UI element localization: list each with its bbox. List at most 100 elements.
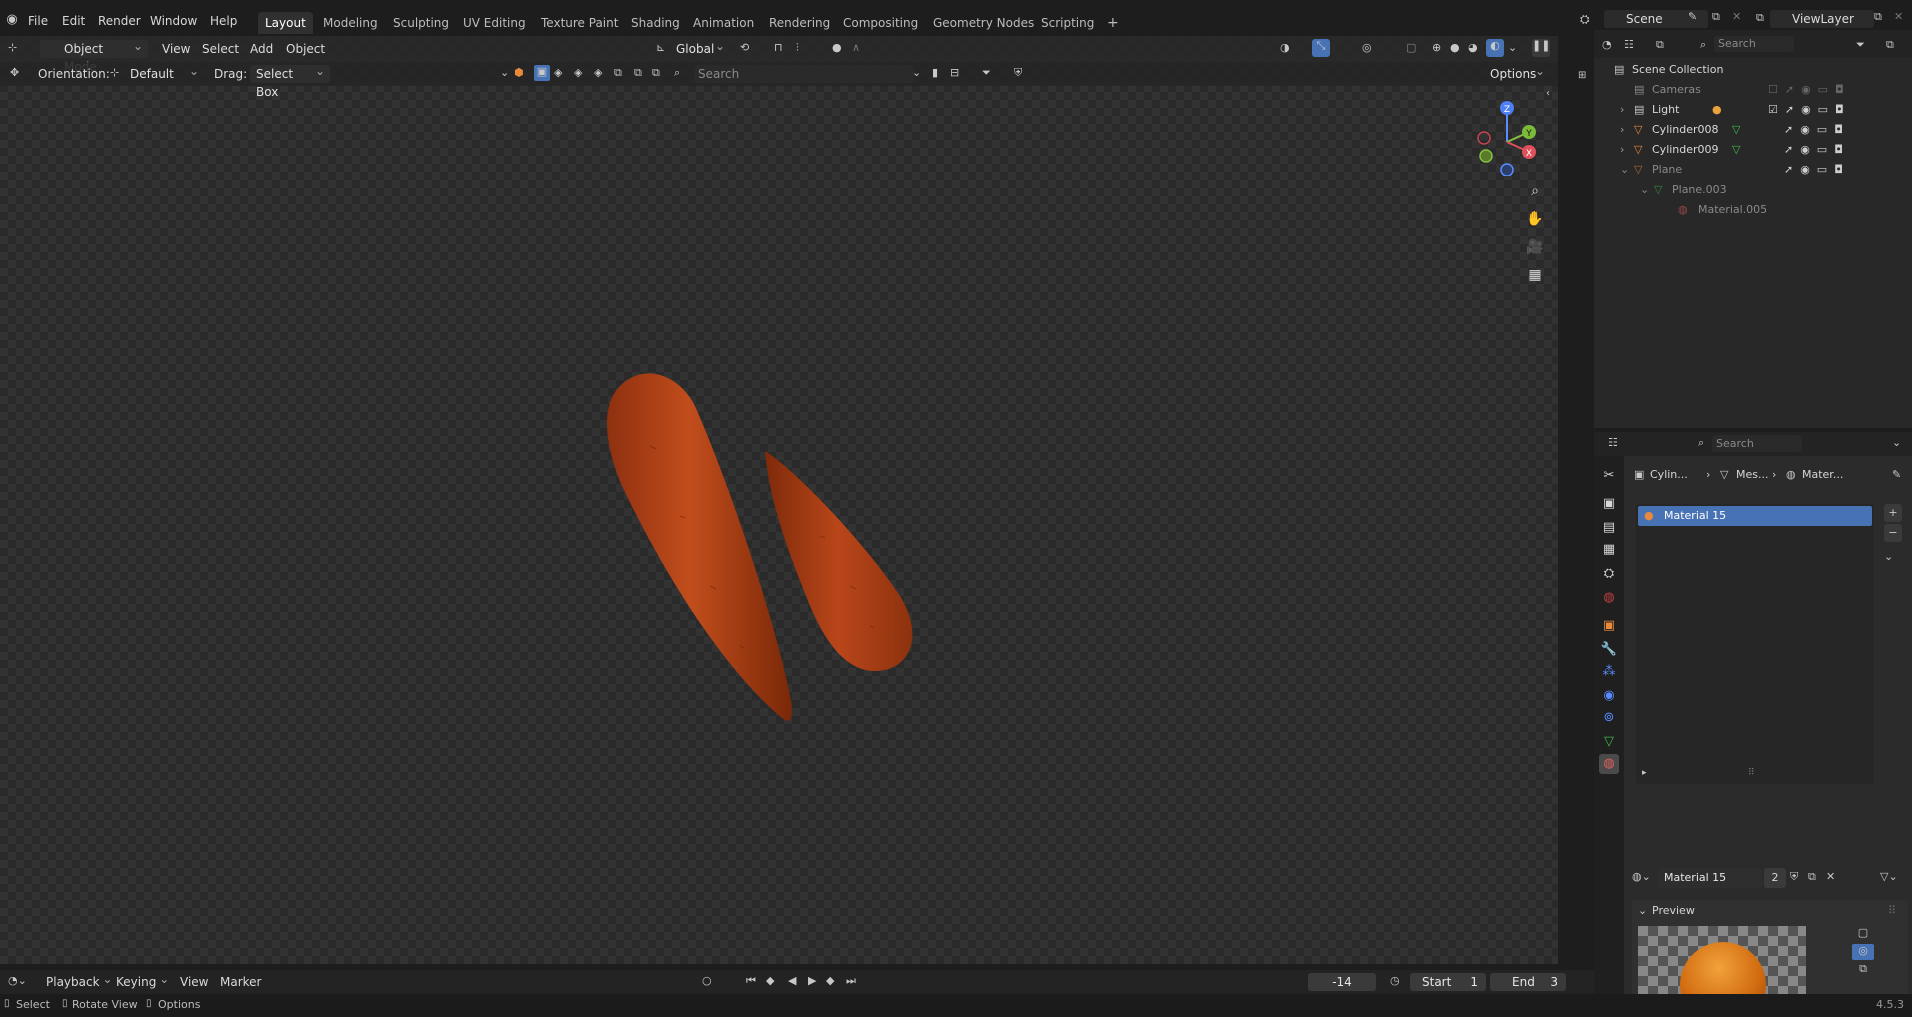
tab-scripting[interactable]: Scripting [1034,12,1101,34]
row-toggles[interactable]: ➚ ◉ ▭ ◘ [1784,120,1843,140]
xray-icon[interactable]: ▢ [1406,41,1416,54]
preview-flat-icon[interactable]: ▢ [1852,926,1874,942]
collapse-arrow-icon[interactable]: ⌄ [1620,160,1629,180]
data-tab-icon[interactable]: ▽ [1599,732,1619,752]
transform-orientation-dropdown[interactable]: Global [670,37,730,58]
row-toggles[interactable]: ☐ ➚ ◉ ▭ ◘ [1768,80,1844,100]
view-layer-selector[interactable]: ViewLayer [1770,10,1874,28]
auto-key-icon[interactable]: ○ [702,974,712,987]
tool-tab-icon[interactable]: ✂ [1599,466,1619,486]
properties-options-icon[interactable]: ⌄ [1892,436,1901,449]
viewport-search-input[interactable]: Search [694,65,914,83]
outliner-row-cameras[interactable]: ▤ Cameras ☐ ➚ ◉ ▭ ◘ [1594,80,1912,100]
material-shading-icon[interactable]: ◕ [1468,41,1478,54]
pan-hand-icon[interactable]: ✋ [1524,208,1546,230]
pin-icon[interactable]: ✎ [1892,466,1901,484]
menu-timeline-view[interactable]: View [180,973,208,991]
menu-add[interactable]: Add [250,40,273,58]
object-color-icon[interactable]: ⬢ [514,66,524,79]
outliner-row-plane[interactable]: ⌄ ▽ Plane ➚ ◉ ▭ ◘ [1594,160,1912,180]
select-mode-2-icon[interactable]: ◈ [554,66,562,79]
editor-type-icon[interactable]: ⊹ [8,41,17,54]
overlay-toggle-icon[interactable]: ◎ [1362,41,1372,54]
modifier-tab-icon[interactable]: 🔧 [1599,640,1619,660]
duplicate-material-icon[interactable]: ⧉ [1808,870,1816,884]
jump-end-icon[interactable]: ⏭ [846,974,856,988]
remove-view-layer-icon[interactable]: ✕ [1894,10,1903,23]
orientation-dropdown[interactable]: Default [124,62,204,83]
drag-grip-icon[interactable]: ⠿ [1888,904,1896,917]
outliner-row-cylinder009[interactable]: › ▽ Cylinder009 ▽ ➚ ◉ ▭ ◘ [1594,140,1912,160]
tab-uv-editing[interactable]: UV Editing [456,12,533,34]
menu-render[interactable]: Render [98,11,141,31]
menu-select[interactable]: Select [202,40,239,58]
menu-playback[interactable]: Playback [40,970,118,991]
particles-tab-icon[interactable]: ⁂ [1599,662,1619,682]
expand-arrow-icon[interactable]: › [1620,120,1624,140]
tab-shading[interactable]: Shading [624,12,687,34]
preview-panel-title[interactable]: Preview [1652,904,1695,917]
tab-modeling[interactable]: Modeling [316,12,385,34]
3d-viewport[interactable]: ⊹ Object Mode View Select Add Object ⊾ G… [0,36,1591,964]
remove-slot-icon[interactable]: − [1884,524,1902,542]
new-scene-icon[interactable]: ⧉ [1712,10,1720,24]
rendered-shading-icon[interactable]: ◐ [1486,39,1504,57]
properties-search-input[interactable]: Search [1712,435,1802,452]
view-layer-icon[interactable]: ⧉ [1756,11,1764,25]
blender-logo-icon[interactable]: ◉ [4,12,20,27]
expand-arrow-icon[interactable]: › [1620,100,1624,120]
outliner-mode-icon[interactable]: ⧉ [1656,38,1664,52]
outliner-editor-type-icon[interactable]: ☷ [1624,38,1634,51]
tab-compositing[interactable]: Compositing [836,12,925,34]
menu-object[interactable]: Object [286,40,325,58]
material-slot-row[interactable]: ● Material 15 [1638,506,1872,526]
navigation-gizmo[interactable]: Z Y X [1470,96,1540,177]
object-mode-dropdown[interactable]: Object Mode [40,37,148,74]
gizmo-toggle-icon[interactable]: ⤡ [1312,39,1330,57]
outliner-search-input[interactable]: Search [1714,36,1794,52]
collapse-arrow-icon[interactable]: ⌄ [1640,180,1649,200]
proportional-edit-icon[interactable]: ● [832,41,842,54]
menu-help[interactable]: Help [210,11,237,31]
carrot-right[interactable] [765,451,913,671]
tab-animation[interactable]: Animation [686,12,761,34]
outliner-row-plane003[interactable]: ⌄ ▽ Plane.003 [1594,180,1912,200]
row-toggles[interactable]: ➚ ◉ ▭ ◘ [1784,140,1843,160]
solid-shading-icon[interactable]: ● [1450,41,1460,54]
select-mode-3-icon[interactable]: ◈ [574,66,582,79]
material-browse-icon[interactable]: ◍⌄ [1632,870,1651,883]
select-mode-5-icon[interactable]: ⧉ [614,66,622,80]
world-tab-icon[interactable]: ◍ [1599,588,1619,608]
jump-start-icon[interactable]: ⏮ [746,974,756,988]
output-tab-icon[interactable]: ▤ [1599,518,1619,538]
expand-arrow-icon[interactable]: › [1620,140,1624,160]
object-tab-icon[interactable]: ▣ [1599,616,1619,636]
wireframe-shading-icon[interactable]: ⊕ [1432,41,1441,54]
tab-geometry-nodes[interactable]: Geometry Nodes [926,12,1041,34]
select-box-icon[interactable]: ▣ [534,65,550,81]
options-dropdown[interactable]: Options [1484,62,1550,83]
visibility-icon[interactable]: ◑ [1280,41,1290,54]
current-frame-field[interactable]: -14 [1308,973,1376,991]
list-resize-grip-icon[interactable]: ⠿ [1748,768,1755,778]
gizmo-neg-z-axis[interactable] [1500,163,1514,177]
scene-icon[interactable]: ⛭ [1580,12,1590,27]
pause-render-icon[interactable]: ❚❚ [1532,39,1550,57]
material-name-field[interactable]: Material 15 [1658,868,1762,888]
fake-user-shield-icon[interactable]: ⛨ [1790,870,1798,884]
zoom-icon[interactable]: ⌕ [1524,180,1546,202]
list-expand-icon[interactable]: ▸ [1642,768,1647,778]
user-count-badge[interactable]: 2 [1764,868,1786,888]
menu-window[interactable]: Window [150,11,197,31]
slot-menu-icon[interactable]: ⌄ [1884,550,1893,563]
collapse-toolbar-icon[interactable]: ⌄ [500,66,509,79]
filter-icon[interactable]: ⏷ [982,66,991,80]
add-slot-icon[interactable]: + [1884,504,1902,522]
material-tab-icon[interactable]: ◍ [1599,754,1619,774]
drag-dropdown[interactable]: Select Box [250,62,330,99]
start-frame-field[interactable]: Start 1 [1410,973,1486,991]
remove-scene-icon[interactable]: ✕ [1732,10,1741,23]
carrot-left[interactable] [607,373,792,721]
pin-scene-icon[interactable]: ✎ [1688,10,1697,23]
physics-tab-icon[interactable]: ◉ [1599,686,1619,706]
